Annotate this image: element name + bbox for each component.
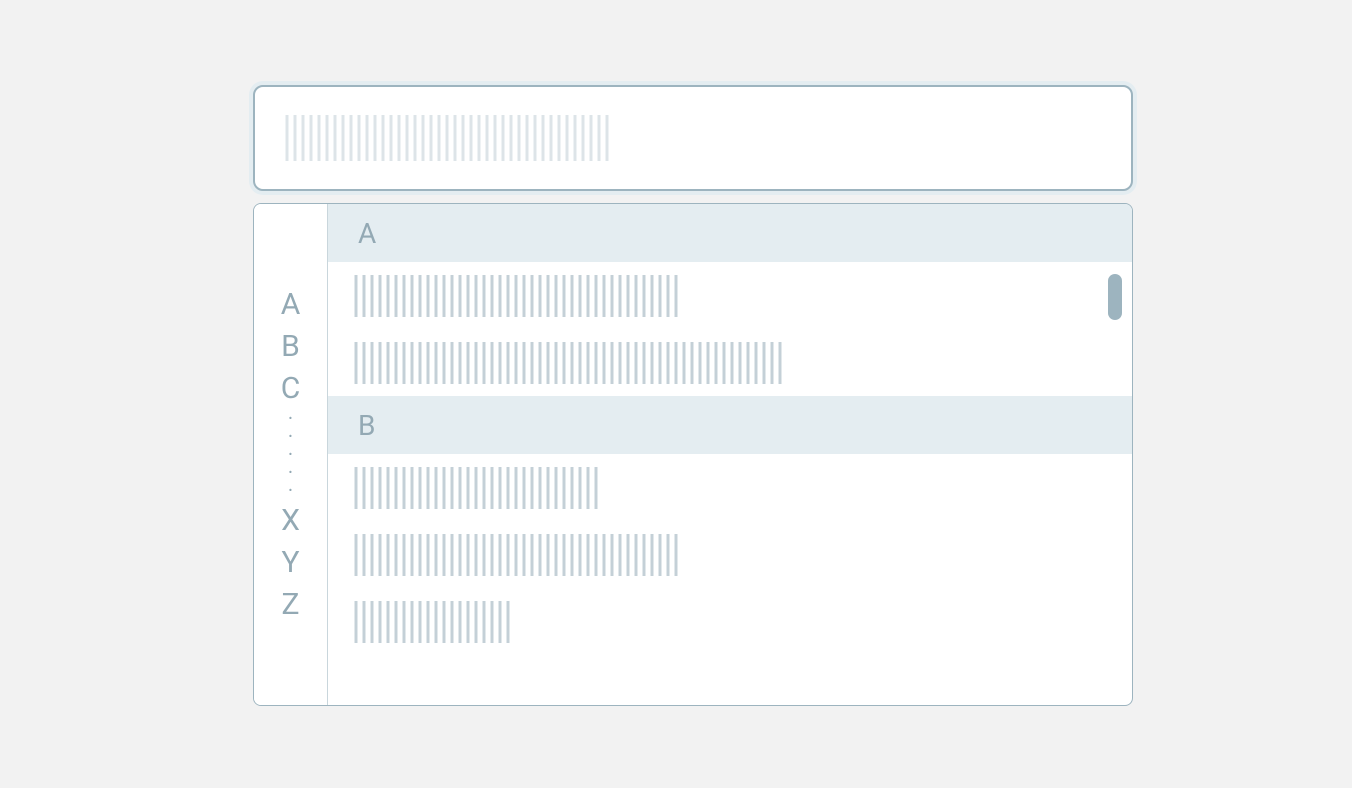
dropdown-panel: A B C · · · · · X Y Z A B — [253, 203, 1133, 706]
alpha-index-letter[interactable]: Y — [254, 544, 327, 582]
dropdown-list[interactable]: A B — [328, 204, 1132, 705]
alpha-index-ellipsis: · — [288, 484, 293, 498]
item-text-placeholder — [354, 342, 786, 384]
placeholder-glyphs — [285, 115, 611, 161]
scrollbar-thumb[interactable] — [1108, 274, 1122, 320]
list-item[interactable] — [328, 262, 1132, 329]
item-text-placeholder — [354, 467, 602, 509]
alpha-index-letter[interactable]: B — [254, 328, 327, 366]
alpha-index-letter[interactable]: A — [254, 286, 327, 324]
list-item[interactable] — [328, 454, 1132, 521]
search-input[interactable] — [253, 85, 1133, 191]
alpha-index-letter[interactable]: X — [254, 502, 327, 540]
item-text-placeholder — [354, 275, 678, 317]
section-label: B — [358, 409, 376, 442]
item-text-placeholder — [354, 601, 512, 643]
section-header-b: B — [328, 396, 1132, 454]
list-item[interactable] — [328, 588, 1132, 655]
alpha-index-letter[interactable]: Z — [254, 586, 327, 624]
alpha-index-letter[interactable]: C — [254, 370, 327, 408]
list-item[interactable] — [328, 329, 1132, 396]
section-header-a: A — [328, 204, 1132, 262]
section-label: A — [358, 217, 377, 250]
list-item[interactable] — [328, 521, 1132, 588]
item-text-placeholder — [354, 534, 680, 576]
alpha-index-rail[interactable]: A B C · · · · · X Y Z — [254, 204, 328, 705]
